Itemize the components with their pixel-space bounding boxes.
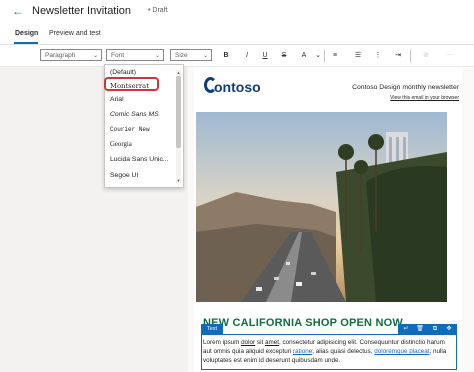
toolbar-divider — [324, 50, 325, 62]
back-arrow-icon[interactable]: ← — [12, 5, 24, 17]
chevron-down-icon: ⌄ — [202, 53, 208, 59]
body-text-part: Lorem ipsum — [203, 339, 242, 346]
move-up-icon[interactable]: ↵ — [400, 324, 412, 334]
format-toolbar: Paragraph ⌄ Font ⌄ Size ⌄ B I U S A ⌄ ≡ ☰ ⋮… — [0, 46, 474, 67]
highlight-icon[interactable]: ⌄ — [312, 50, 324, 62]
scroll-up-icon[interactable]: ▲ — [176, 70, 181, 75]
font-option-georgia[interactable]: Georgia — [110, 141, 132, 148]
body-text[interactable]: Lorem ipsum dolor sit amet, consectetur … — [203, 338, 455, 365]
highlight-ring — [104, 77, 159, 91]
status-text: Draft — [152, 7, 168, 14]
font-option-segoe[interactable]: Segoe UI — [110, 172, 138, 179]
delete-icon[interactable]: 🗑 — [414, 324, 426, 334]
coastal-highway-photo — [196, 112, 447, 302]
scroll-thumb[interactable] — [176, 76, 181, 148]
paragraph-select-value: Paragraph — [45, 52, 76, 59]
underline-button[interactable]: U — [259, 50, 271, 62]
font-color-icon[interactable]: A — [298, 50, 310, 62]
drag-icon[interactable]: ✥ — [443, 324, 455, 334]
tab-bar: Design Preview and test — [0, 26, 474, 45]
strikethrough-button[interactable]: S — [278, 50, 290, 62]
chevron-down-icon: ⌄ — [154, 53, 160, 59]
headline: NEW CALIFORNIA SHOP OPEN NOW — [203, 317, 403, 329]
bold-button[interactable]: B — [220, 50, 232, 62]
link-icon[interactable]: ⊘ — [420, 50, 432, 62]
body-text-link[interactable]: doloremque placeat — [374, 348, 429, 355]
bullet-list-icon[interactable]: ☰ — [352, 50, 364, 62]
hero-image — [196, 112, 447, 302]
indent-icon[interactable]: ⇥ — [392, 50, 404, 62]
font-select-value: Font — [111, 52, 125, 59]
dropdown-scrollbar[interactable]: ▲ ▼ — [176, 70, 181, 183]
logo-text: ontoso — [214, 79, 261, 95]
tab-preview-and-test[interactable]: Preview and test — [49, 30, 101, 37]
body-text-underlined: amet — [264, 339, 279, 346]
text-block-badge: Text — [201, 324, 223, 334]
scroll-down-icon[interactable]: ▼ — [176, 178, 181, 183]
toolbar-divider — [410, 50, 411, 62]
body-text-link[interactable]: ratione — [293, 348, 312, 355]
numbered-list-icon[interactable]: ⋮ — [372, 50, 384, 62]
page-title: Newsletter Invitation — [32, 5, 132, 17]
more-icon[interactable]: ⋯ — [443, 50, 455, 62]
body-text-part: sit — [255, 339, 265, 346]
font-option-courier-new[interactable]: Courier New — [110, 126, 150, 133]
top-bar: ← Newsletter Invitation • Draft — [0, 0, 474, 24]
align-icon[interactable]: ≡ — [329, 50, 341, 62]
font-option-arial[interactable]: Arial — [110, 96, 124, 103]
block-actions: ↵ 🗑 ⧉ ✥ — [398, 324, 457, 334]
browser-link[interactable]: View this email in your browser — [340, 95, 459, 101]
size-select-value: Size — [175, 52, 188, 59]
newsletter-title: Contoso Design monthly newsletter — [352, 84, 459, 91]
copy-icon[interactable]: ⧉ — [429, 324, 441, 334]
font-select[interactable]: Font ⌄ — [106, 49, 164, 61]
font-option-comic-sans[interactable]: Comic Sans MS — [110, 111, 159, 118]
italic-button[interactable]: I — [241, 50, 253, 62]
size-select[interactable]: Size ⌄ — [170, 49, 212, 61]
tab-design[interactable]: Design — [15, 30, 38, 37]
chevron-down-icon: ⌄ — [92, 53, 98, 59]
font-option-default[interactable]: (Default) — [110, 69, 136, 76]
font-option-lucida[interactable]: Lucida Sans Unic... — [110, 156, 169, 163]
paragraph-select[interactable]: Paragraph ⌄ — [40, 49, 102, 61]
active-tab-indicator — [14, 42, 38, 44]
status-badge: • Draft — [148, 7, 168, 14]
body-text-underlined: dolor — [241, 339, 256, 346]
body-text-part: , alias quasi delectus, — [312, 348, 375, 355]
